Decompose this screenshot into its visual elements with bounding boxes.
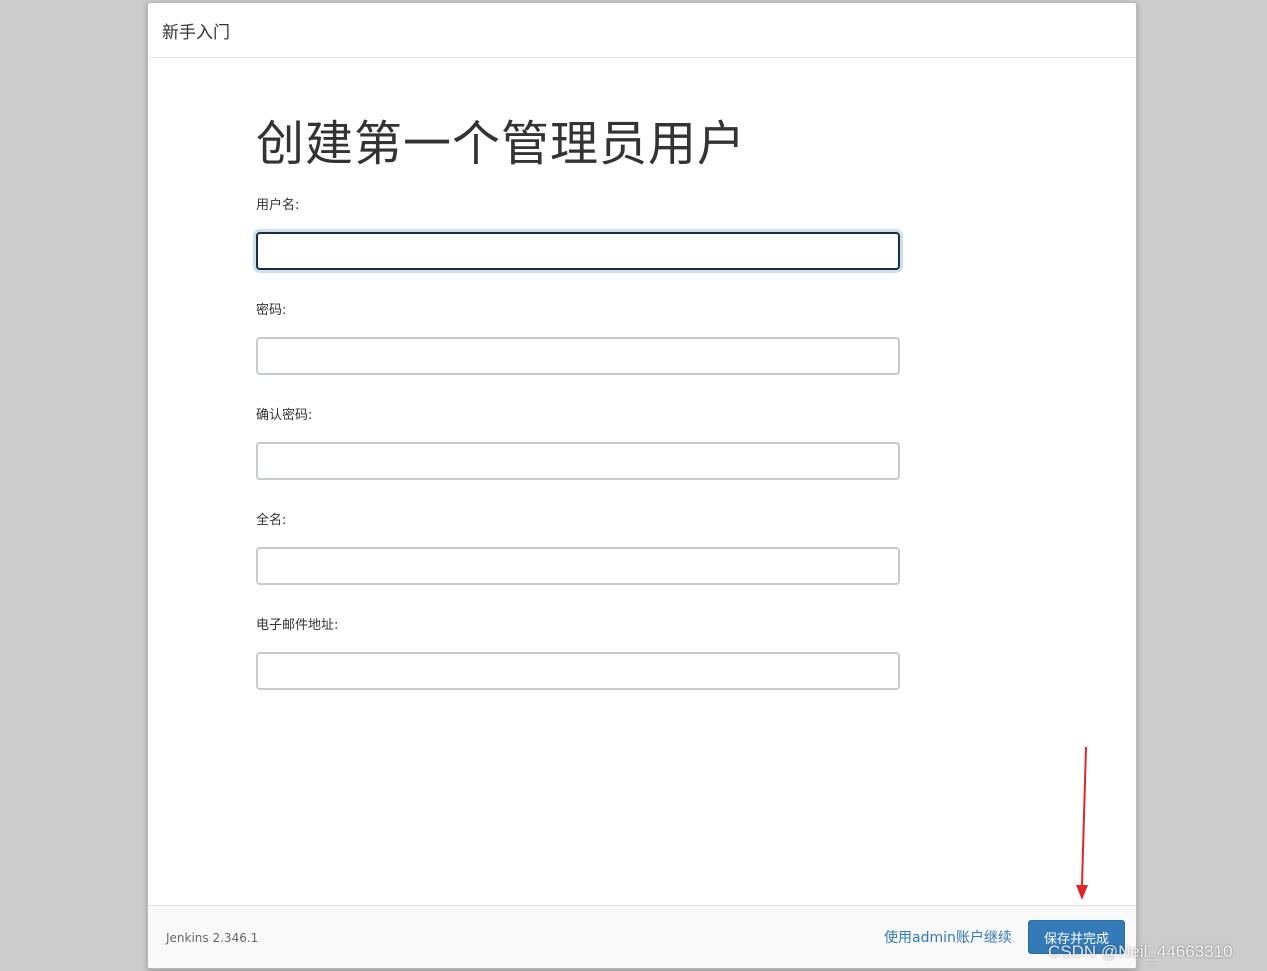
- setup-wizard-dialog: 新手入门 创建第一个管理员用户 用户名: 密码: 确认密码: 全名: 电子邮件地…: [147, 2, 1137, 969]
- username-label: 用户名:: [256, 198, 300, 213]
- username-input[interactable]: [256, 232, 900, 270]
- create-admin-form: 创建第一个管理员用户 用户名: 密码: 确认密码: 全名: 电子邮件地址:: [256, 110, 900, 721]
- dialog-footer: Jenkins 2.346.1 使用admin账户继续 保存并完成: [148, 905, 1136, 968]
- email-group: 电子邮件地址:: [256, 616, 900, 690]
- username-group: 用户名:: [256, 196, 900, 270]
- fullname-input[interactable]: [256, 547, 900, 585]
- page-title: 创建第一个管理员用户: [256, 116, 747, 172]
- password-group: 密码:: [256, 301, 900, 375]
- dialog-header: 新手入门: [148, 3, 1136, 58]
- confirm-password-label: 确认密码:: [256, 408, 313, 423]
- save-and-finish-button[interactable]: 保存并完成: [1028, 920, 1125, 954]
- dialog-title: 新手入门: [162, 22, 230, 43]
- fullname-label: 全名:: [256, 513, 287, 528]
- confirm-password-group: 确认密码:: [256, 406, 900, 480]
- password-input[interactable]: [256, 337, 900, 375]
- confirm-password-input[interactable]: [256, 442, 900, 480]
- password-label: 密码:: [256, 303, 287, 318]
- continue-as-admin-link[interactable]: 使用admin账户继续: [884, 927, 1012, 947]
- email-input[interactable]: [256, 652, 900, 690]
- version-label: Jenkins 2.346.1: [166, 931, 259, 945]
- email-label: 电子邮件地址:: [256, 618, 339, 633]
- fullname-group: 全名:: [256, 511, 900, 585]
